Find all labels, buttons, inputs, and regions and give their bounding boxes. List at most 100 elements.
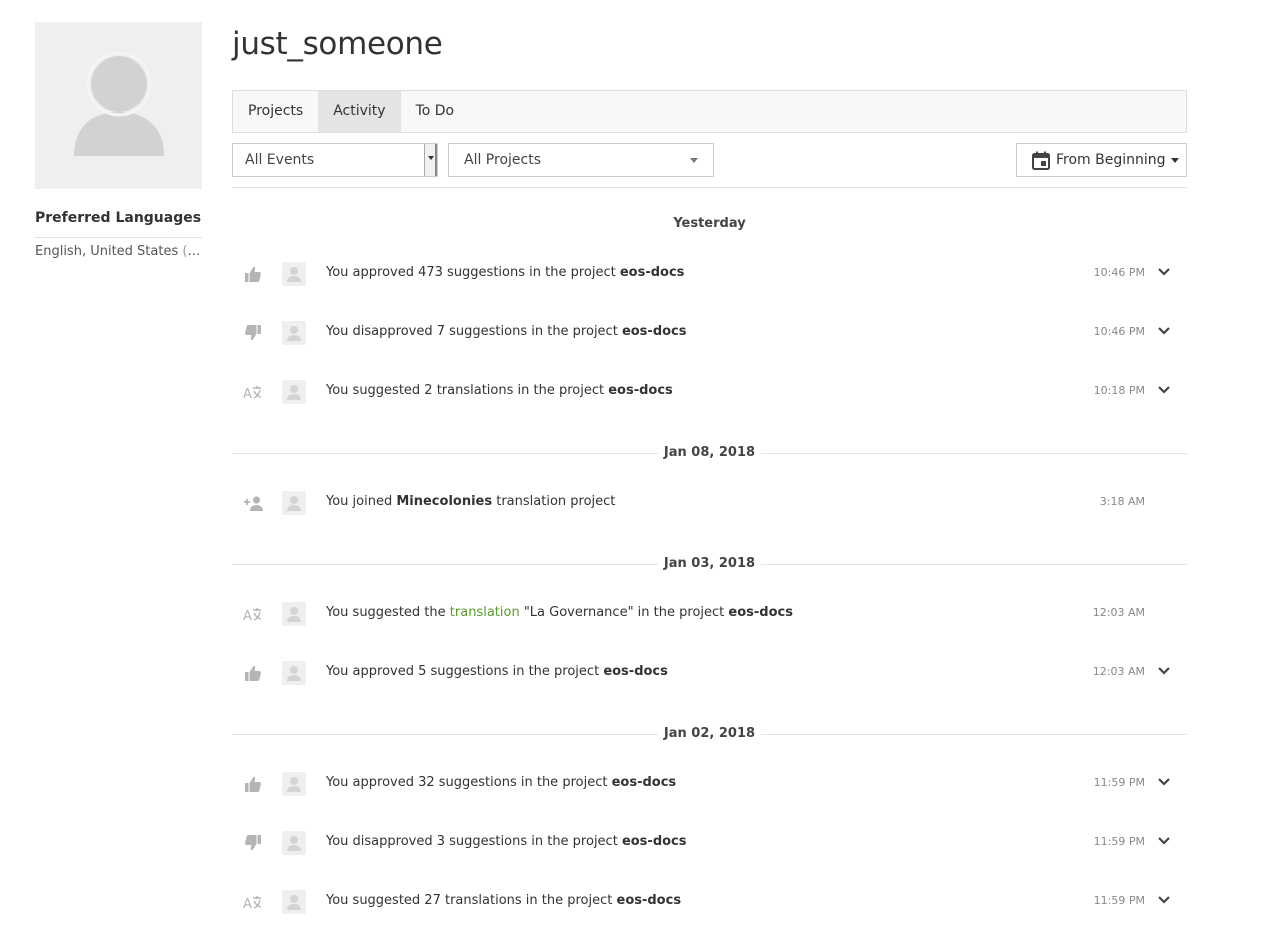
language-note: (nat...: [182, 244, 202, 259]
activity-item: You approved 473 suggestions in the proj…: [232, 244, 1187, 303]
activity-text: You approved 5 suggestions in the projec…: [326, 663, 668, 681]
activity-text: You approved 473 suggestions in the proj…: [326, 264, 684, 282]
projects-select[interactable]: All Projects: [448, 143, 714, 177]
caret-down-icon: [428, 156, 434, 160]
chevron-down-icon[interactable]: [1157, 776, 1171, 788]
user-avatar[interactable]: [282, 890, 306, 914]
activity-item: You disapproved 7 suggestions in the pro…: [232, 303, 1187, 362]
activity-text-part: You joined: [326, 494, 397, 509]
translate-icon: A: [243, 382, 263, 402]
svg-text:A: A: [243, 609, 252, 624]
activity-text-part: You disapproved 3 suggestions in the pro…: [326, 834, 622, 849]
day-heading-label: Yesterday: [667, 216, 752, 231]
caret-down-icon: [690, 158, 698, 163]
activity-item: You joined Minecolonies translation proj…: [232, 473, 1187, 532]
timestamp: 12:03 AM: [1092, 606, 1145, 619]
activity-text-part: You approved 5 suggestions in the projec…: [326, 664, 604, 679]
activity-text: You approved 32 suggestions in the proje…: [326, 774, 676, 792]
activity-text: You disapproved 3 suggestions in the pro…: [326, 833, 687, 851]
avatar: [35, 22, 202, 189]
user-avatar[interactable]: [282, 321, 306, 345]
translate-icon: A: [243, 892, 263, 912]
timestamp: 11:59 PM: [1093, 776, 1145, 789]
user-avatar[interactable]: [282, 831, 306, 855]
activity-item: A You suggested the translation "La Gover…: [232, 584, 1187, 643]
svg-text:A: A: [243, 387, 252, 402]
user-avatar[interactable]: [282, 262, 306, 286]
activity-text-part: You approved 32 suggestions in the proje…: [326, 775, 612, 790]
project-name[interactable]: eos-docs: [622, 324, 687, 339]
project-name[interactable]: eos-docs: [617, 893, 682, 908]
thumbs-down-icon: [243, 323, 263, 343]
events-select-value: All Events: [245, 152, 315, 168]
activity-text-part: You disapproved 7 suggestions in the pro…: [326, 324, 622, 339]
user-avatar[interactable]: [282, 491, 306, 515]
user-avatar[interactable]: [282, 661, 306, 685]
page-title: just_someone: [232, 26, 443, 62]
divider: [232, 187, 1187, 188]
main-content: just_someone Projects Activity To Do All…: [232, 22, 1187, 931]
activity-text: You disapproved 7 suggestions in the pro…: [326, 323, 687, 341]
user-avatar[interactable]: [282, 772, 306, 796]
activity-text-part: You approved 473 suggestions in the proj…: [326, 265, 620, 280]
activity-text: You suggested 27 translations in the pro…: [326, 892, 681, 910]
thumbs-up-icon: [243, 663, 263, 683]
project-name[interactable]: eos-docs: [622, 834, 687, 849]
date-range-label: From Beginning: [1056, 152, 1166, 168]
calendar-icon: [1032, 151, 1050, 170]
chevron-down-icon[interactable]: [1157, 266, 1171, 278]
thumbs-up-icon: [243, 774, 263, 794]
day-heading: Jan 02, 2018: [232, 716, 1187, 751]
add-user-icon: [243, 493, 263, 513]
activity-text: You joined Minecolonies translation proj…: [326, 493, 615, 511]
user-avatar[interactable]: [282, 380, 306, 404]
tab-todo[interactable]: To Do: [401, 91, 470, 132]
project-name[interactable]: eos-docs: [608, 383, 673, 398]
caret-down-icon: [1170, 157, 1179, 163]
chevron-down-icon[interactable]: [1157, 835, 1171, 847]
chevron-down-icon[interactable]: [1157, 325, 1171, 337]
events-select-arrow[interactable]: [424, 144, 437, 176]
activity-item: You approved 32 suggestions in the proje…: [232, 754, 1187, 813]
thumbs-down-icon: [243, 833, 263, 853]
day-heading: Yesterday: [232, 206, 1187, 241]
activity-text: You suggested the translation "La Govern…: [326, 604, 793, 622]
chevron-down-icon[interactable]: [1157, 665, 1171, 677]
activity-text-part: You suggested the: [326, 605, 450, 620]
activity-feed: Yesterday You approved 473 suggestions in…: [232, 206, 1187, 931]
timestamp: 10:46 PM: [1093, 266, 1145, 279]
filter-bar: All Events All Projects From Beginning: [232, 143, 1187, 177]
project-name[interactable]: Minecolonies: [396, 494, 492, 509]
project-name[interactable]: eos-docs: [620, 265, 685, 280]
translation-link[interactable]: translation: [450, 605, 520, 620]
date-range-button[interactable]: From Beginning: [1016, 143, 1187, 177]
preferred-languages-title: Preferred Languages: [35, 210, 202, 238]
chevron-down-icon[interactable]: [1157, 894, 1171, 906]
day-heading-label: Jan 08, 2018: [657, 445, 762, 460]
profile-sidebar: Preferred Languages English, United Stat…: [35, 22, 202, 259]
tab-activity[interactable]: Activity: [318, 91, 401, 132]
events-select[interactable]: All Events: [232, 143, 438, 177]
activity-text: You suggested 2 translations in the proj…: [326, 382, 673, 400]
activity-text-part: You suggested 27 translations in the pro…: [326, 893, 617, 908]
activity-item: You disapproved 3 suggestions in the pro…: [232, 813, 1187, 872]
tab-bar: Projects Activity To Do: [232, 90, 1187, 133]
chevron-down-icon[interactable]: [1157, 384, 1171, 396]
svg-text:A: A: [243, 897, 252, 912]
activity-text-part: "La Governance" in the project: [519, 605, 729, 620]
timestamp: 12:03 AM: [1092, 665, 1145, 678]
default-avatar-icon: [74, 51, 164, 156]
tab-projects[interactable]: Projects: [233, 91, 318, 132]
user-avatar[interactable]: [282, 602, 306, 626]
project-name[interactable]: eos-docs: [728, 605, 793, 620]
activity-text-part: translation project: [492, 494, 616, 509]
activity-item: You approved 5 suggestions in the projec…: [232, 643, 1187, 702]
project-name[interactable]: eos-docs: [612, 775, 677, 790]
timestamp: 11:59 PM: [1093, 835, 1145, 848]
timestamp: 11:59 PM: [1093, 894, 1145, 907]
activity-item: A You suggested 27 translations in the pr…: [232, 872, 1187, 931]
thumbs-up-icon: [243, 264, 263, 284]
projects-select-value: All Projects: [464, 152, 541, 168]
project-name[interactable]: eos-docs: [603, 664, 668, 679]
timestamp: 10:46 PM: [1093, 325, 1145, 338]
